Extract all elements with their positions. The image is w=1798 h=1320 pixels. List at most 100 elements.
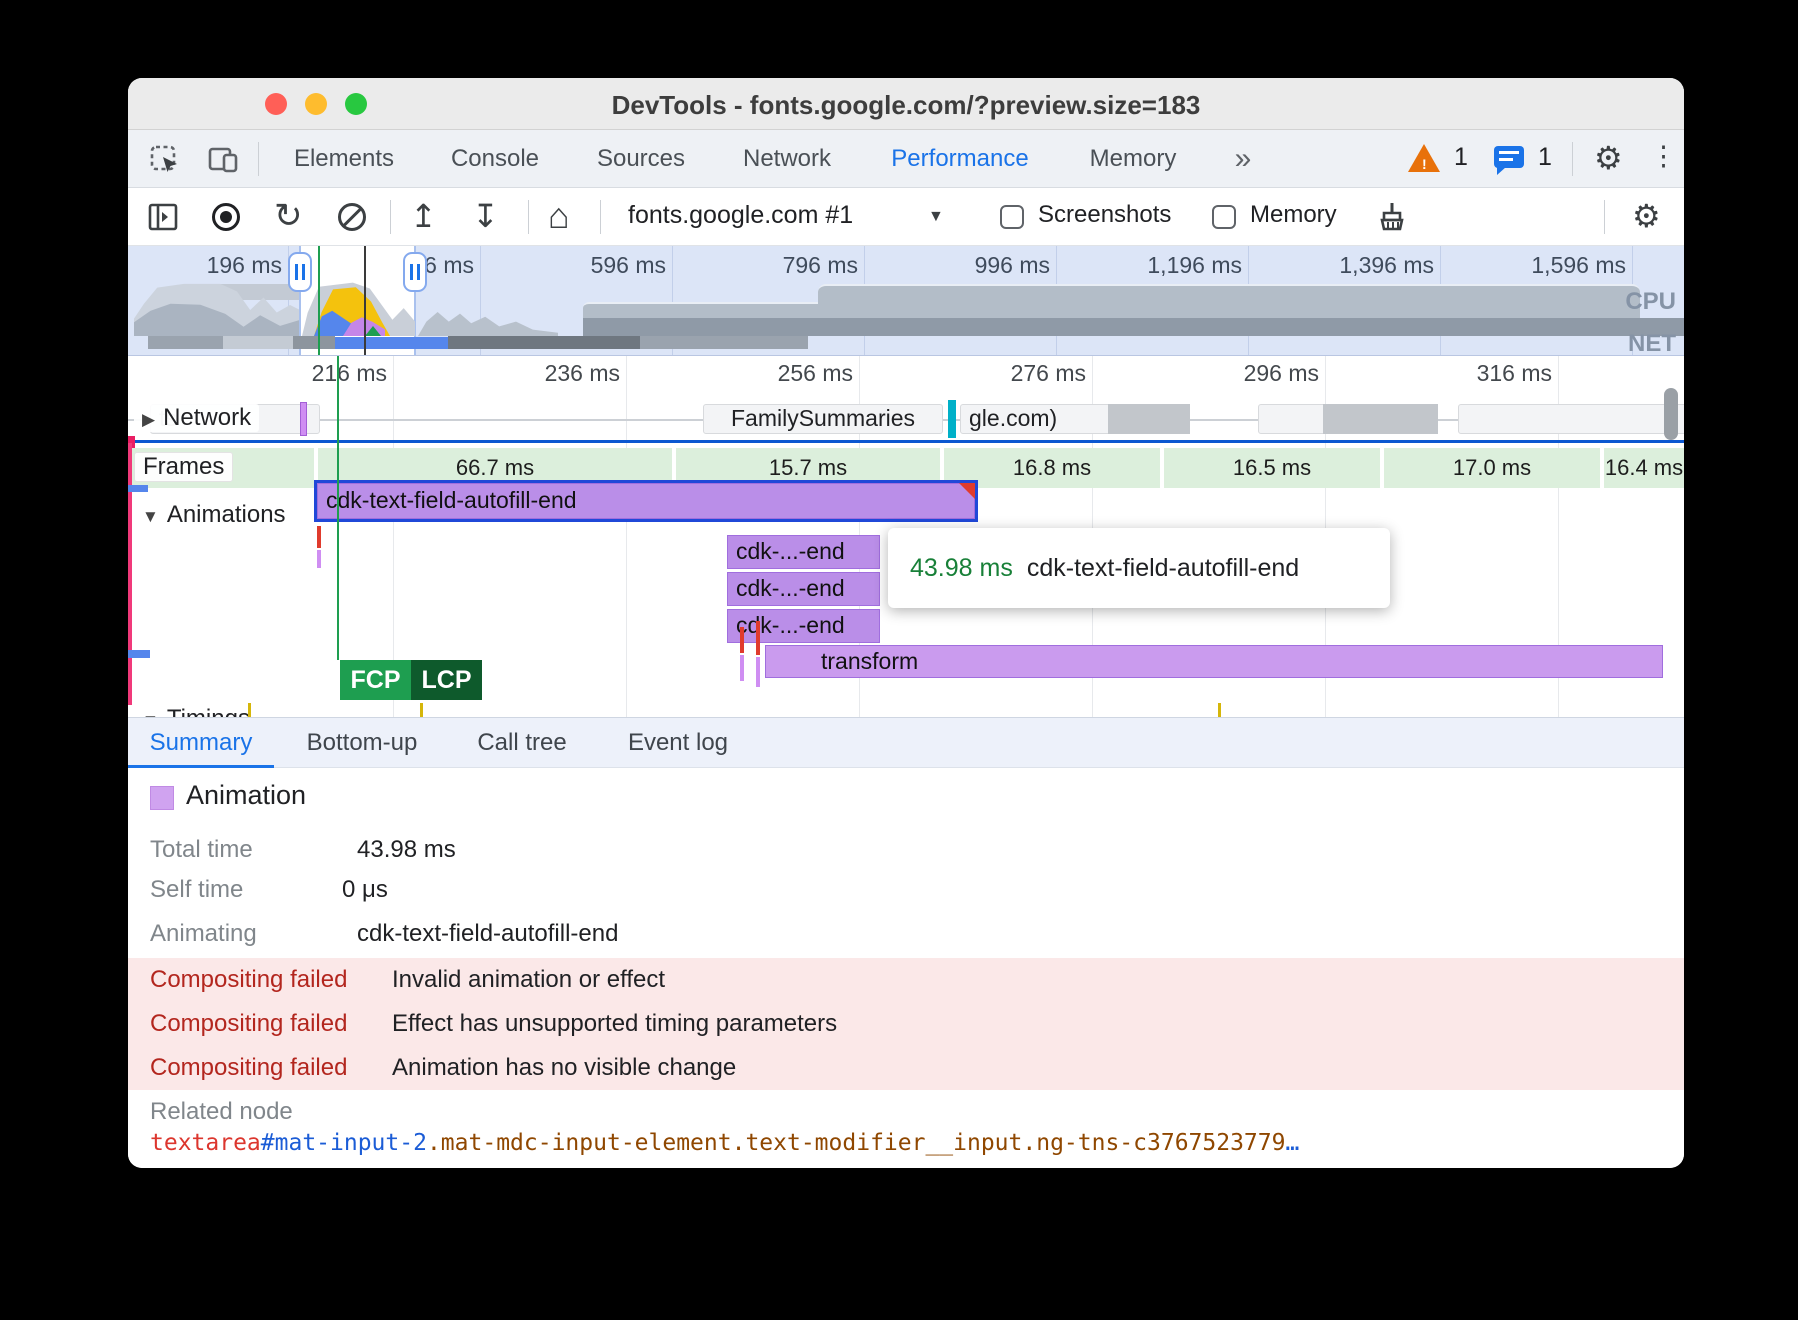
issues-icon[interactable]: [1494, 146, 1524, 168]
device-toolbar-icon[interactable]: [208, 145, 240, 175]
network-request-pill[interactable]: FamilySummaries: [703, 404, 943, 434]
frame-cell[interactable]: 17.0 ms: [1384, 448, 1600, 488]
download-profile-icon[interactable]: ↧: [472, 197, 499, 235]
memory-checkbox[interactable]: [1212, 205, 1236, 229]
animations-track-label[interactable]: ▼Animations: [134, 501, 294, 529]
frame-cell[interactable]: 16.5 ms: [1164, 448, 1380, 488]
timeline-flamechart[interactable]: 216 ms 236 ms 256 ms 276 ms 296 ms 316 m…: [128, 356, 1684, 717]
total-time-label: Total time: [150, 836, 253, 864]
screenshots-checkbox[interactable]: [1000, 205, 1024, 229]
settings-gear-icon[interactable]: ⚙: [1594, 139, 1623, 177]
lcp-marker-line-overview: [364, 246, 366, 356]
overview-tick: 996 ms: [920, 252, 1050, 279]
network-track-label[interactable]: ▶Network: [134, 404, 259, 432]
warning-exclaim: !: [1422, 156, 1427, 172]
summary-title: Animation: [186, 780, 306, 811]
node-id: #mat-input-2: [261, 1130, 427, 1156]
frame-cell[interactable]: 15.7 ms: [676, 448, 940, 488]
ruler-tick: 216 ms: [257, 360, 387, 387]
animation-bar[interactable]: cdk-...-end: [727, 572, 880, 606]
upload-profile-icon[interactable]: ↥: [410, 197, 437, 235]
node-ellipsis: …: [1285, 1130, 1299, 1156]
tab-call-tree[interactable]: Call tree: [470, 718, 574, 768]
node-classes: .mat-mdc-input-element.text-modifier__in…: [427, 1130, 1286, 1156]
more-tabs-icon[interactable]: »: [1213, 130, 1273, 188]
tooltip-name: cdk-text-field-autofill-end: [1027, 554, 1299, 583]
transform-animation-bar[interactable]: transform: [765, 645, 1663, 678]
tab-memory[interactable]: Memory: [1078, 130, 1188, 188]
screenshots-label: Screenshots: [1038, 201, 1171, 229]
fcp-marker-line: [337, 356, 339, 660]
animation-legend-swatch: [150, 786, 174, 810]
self-time-label: Self time: [150, 876, 243, 904]
cpu-lane-label: CPU: [1625, 288, 1676, 316]
title-bar: DevTools - fonts.google.com/?preview.siz…: [128, 78, 1684, 130]
network-request-pill[interactable]: [1458, 404, 1684, 434]
performance-toolbar: ↻ ↥ ↧ ⌂ fonts.google.com #1 ▼ Screenshot…: [128, 188, 1684, 246]
overview-tick: 196 ms: [152, 252, 282, 279]
animation-bar-selected[interactable]: cdk-text-field-autofill-end: [317, 483, 975, 519]
compositing-failure-row: Compositing failed Invalid animation or …: [128, 958, 1684, 1002]
network-track-divider: [128, 440, 1684, 443]
garbage-collect-icon[interactable]: [1372, 200, 1406, 234]
net-lane-label: NET: [1628, 330, 1676, 356]
toolbar-divider-3: [600, 200, 601, 234]
ruler-tick: 316 ms: [1422, 360, 1552, 387]
animation-bar[interactable]: cdk-...-end: [727, 609, 880, 643]
ruler-tick: 296 ms: [1189, 360, 1319, 387]
net-bar: [640, 336, 808, 349]
animation-bar[interactable]: cdk-...-end: [727, 535, 880, 569]
tabbar-divider: [258, 142, 259, 176]
toolbar-divider-4: [1604, 200, 1605, 234]
clear-icon[interactable]: [338, 203, 366, 231]
timings-track-label[interactable]: ▼Timings: [134, 705, 258, 717]
compositing-failure-row: Compositing failed Effect has unsupporte…: [128, 1002, 1684, 1046]
self-time-value: 0 μs: [342, 876, 388, 904]
overview-tick: 596 ms: [536, 252, 666, 279]
timeline-overview[interactable]: 196 ms 396 ms 596 ms 796 ms 996 ms 1,196…: [128, 246, 1684, 356]
network-violet-tick: [300, 402, 307, 436]
vertical-scrollbar[interactable]: [1664, 388, 1678, 440]
net-bar: [148, 336, 223, 349]
session-selector[interactable]: fonts.google.com #1: [628, 201, 853, 230]
frame-cell[interactable]: 66.7 ms: [318, 448, 672, 488]
tab-event-log[interactable]: Event log: [622, 718, 734, 768]
tab-performance[interactable]: Performance: [880, 130, 1040, 188]
fcp-badge[interactable]: FCP: [340, 660, 411, 700]
animating-value: cdk-text-field-autofill-end: [357, 920, 618, 948]
selection-left-handle[interactable]: [288, 252, 312, 292]
session-caret-icon[interactable]: ▼: [928, 208, 944, 226]
home-icon[interactable]: ⌂: [548, 195, 570, 237]
track-edge-stripe: [128, 443, 132, 705]
collapse-right-icon: ▶: [142, 410, 155, 429]
inspect-icon[interactable]: [150, 145, 180, 175]
frame-cell[interactable]: 16.4 ms: [1604, 448, 1684, 488]
tab-sources[interactable]: Sources: [586, 130, 696, 188]
compositing-failure-row: Compositing failed Animation has no visi…: [128, 1046, 1684, 1090]
toggle-sidebar-icon[interactable]: [148, 202, 178, 232]
reload-record-icon[interactable]: ↻: [274, 196, 303, 236]
ruler-tick: 276 ms: [956, 360, 1086, 387]
record-button[interactable]: [212, 203, 240, 231]
tab-elements[interactable]: Elements: [284, 130, 404, 188]
memory-label: Memory: [1250, 201, 1337, 229]
net-bar-blue: [335, 337, 448, 349]
warning-count: 1: [1454, 143, 1468, 172]
tab-bottom-up[interactable]: Bottom-up: [294, 718, 430, 768]
frames-track-label[interactable]: Frames: [134, 452, 233, 482]
node-tag: textarea: [150, 1130, 261, 1156]
related-node-link[interactable]: textarea#mat-input-2.mat-mdc-input-eleme…: [150, 1130, 1299, 1156]
tab-console[interactable]: Console: [440, 130, 550, 188]
tab-network[interactable]: Network: [732, 130, 842, 188]
network-cyan-tick: [948, 400, 956, 438]
overview-tick: 1,196 ms: [1112, 252, 1242, 279]
overview-tick: 796 ms: [728, 252, 858, 279]
kebab-menu-icon[interactable]: ⋮: [1650, 141, 1677, 172]
capture-settings-gear-icon[interactable]: ⚙: [1632, 197, 1661, 235]
selection-right-handle[interactable]: [403, 252, 427, 292]
frame-cell[interactable]: 16.8 ms: [944, 448, 1160, 488]
lcp-badge[interactable]: LCP: [411, 660, 482, 700]
collapse-down-icon: ▼: [142, 507, 159, 526]
tab-summary[interactable]: Summary: [128, 718, 274, 768]
animating-label: Animating: [150, 920, 257, 948]
